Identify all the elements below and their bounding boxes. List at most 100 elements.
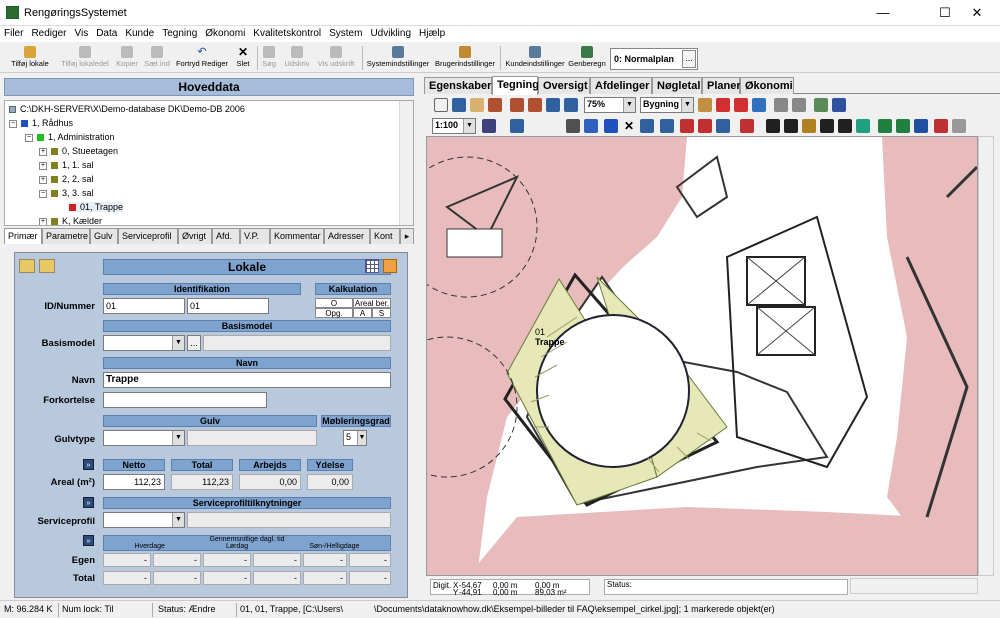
tab-parametre[interactable]: Parametre [42,228,90,244]
eye-icon[interactable] [766,119,780,133]
kalk-opg[interactable]: Opg. [315,308,353,318]
tab-oevrigt[interactable]: Øvrigt [178,228,212,244]
hatch-icon[interactable] [752,98,766,112]
menu-filer[interactable]: Filer [0,26,27,42]
zoom-in-icon[interactable] [510,98,524,112]
canvas-horizontal-scrollbar[interactable] [850,578,978,594]
close-button[interactable]: ✕ [954,0,1000,26]
menu-vis[interactable]: Vis [70,26,92,42]
tree-node-administration[interactable]: −1, Administration [25,132,115,142]
snap-icon[interactable] [792,98,806,112]
tab-serviceprofil[interactable]: Serviceprofil [118,228,178,244]
serviceprofil-expand-button[interactable]: » [83,497,94,508]
system-settings-button[interactable]: Systemindstillinger [366,45,430,71]
rotate-icon[interactable] [584,119,598,133]
menu-rediger[interactable]: Rediger [27,26,70,42]
tab-tegning[interactable]: Tegning [492,76,539,95]
tab-oekonomi[interactable]: Økonomi [740,77,794,94]
menu-kvalitetskontrol[interactable]: Kvalitetskontrol [249,26,325,42]
paste-button[interactable]: Sæt ind [142,45,172,71]
eye-floor-icon[interactable] [820,119,834,133]
kalk-o[interactable]: O [315,298,353,308]
floor-view-icon[interactable] [896,119,910,133]
tab-vp[interactable]: V.P. [240,228,270,244]
plan-browse-button[interactable]: ... [682,50,696,68]
zoom-window-icon[interactable] [488,98,502,112]
delete-button[interactable]: ✕ Slet [232,45,254,71]
calendar-icon[interactable] [365,259,379,273]
tree-node-stueetagen[interactable]: +0, Stueetagen [39,146,118,156]
customer-settings-button[interactable]: Kundeindstillinger [504,45,566,71]
tree-node-3-sal[interactable]: −3, 3. sal [39,188,94,198]
kalk-areal[interactable]: Areal ber. [353,298,391,308]
tree-node-2-sal[interactable]: +2, 2. sal [39,174,94,184]
layer-select[interactable]: Bygning ▼ [640,97,694,113]
tab-egenskaber[interactable]: Egenskaber [424,77,492,94]
menu-kunde[interactable]: Kunde [121,26,158,42]
menu-hjaelp[interactable]: Hjælp [415,26,449,42]
menu-oekonomi[interactable]: Økonomi [201,26,249,42]
print-button[interactable]: Udskriv [282,45,312,71]
checklist-icon[interactable] [716,119,730,133]
color-icon[interactable] [734,98,748,112]
copy-object-icon[interactable] [640,119,654,133]
add-room-part-button[interactable]: Tilføj lokaledel [58,45,112,71]
scale-object-icon[interactable] [604,119,618,133]
floor-plan[interactable]: 01 Trappe [427,137,978,576]
move-node-icon[interactable] [566,119,580,133]
scale-select[interactable]: 1:100 ▼ [432,118,476,134]
label-icon[interactable] [802,119,816,133]
drawing-canvas[interactable]: 01 Trappe [426,136,978,576]
tree-root-path[interactable]: C:\DKH-SERVER\X\Demo-database DK\Demo-DB… [9,104,245,114]
layer-visibility-icon[interactable] [814,98,828,112]
tree-scrollbar[interactable] [399,101,413,225]
eye-room-icon[interactable] [784,119,798,133]
area-icon[interactable] [698,119,712,133]
user-settings-button[interactable]: Brugerindstillinger [434,45,496,71]
tab-kommentar[interactable]: Kommentar [270,228,324,244]
kalk-a[interactable]: A [353,308,372,318]
line-style-icon[interactable] [482,119,496,133]
measure-icon[interactable] [680,119,694,133]
zoom-select[interactable]: 75% ▼ [584,97,636,113]
kalk-s[interactable]: S [372,308,391,318]
mirror-icon[interactable] [660,119,674,133]
settings-icon[interactable] [952,119,966,133]
menu-data[interactable]: Data [92,26,121,42]
tab-afd[interactable]: Afd. [212,228,240,244]
basismodel-select[interactable]: ▼ [103,335,185,351]
copy-button[interactable]: Kopier [114,45,140,71]
room-tag-icon[interactable] [740,119,754,133]
menu-tegning[interactable]: Tegning [158,26,201,42]
zoom-all-icon[interactable] [564,98,578,112]
tab-kont[interactable]: Kont [370,228,400,244]
grid-icon[interactable] [774,98,788,112]
department-view-icon[interactable] [914,119,928,133]
delete-object-icon[interactable]: ✕ [622,119,636,133]
minimize-button[interactable]: — [860,0,906,26]
import-icon[interactable] [934,119,948,133]
folder-icon[interactable] [19,259,35,273]
tab-afdelinger[interactable]: Afdelinger [590,77,652,94]
print-preview-button[interactable]: Vis udskrift [316,45,356,71]
forkortelse-field[interactable] [103,392,267,408]
select-pointer-icon[interactable] [434,98,448,112]
netto-field[interactable]: 112,23 [103,474,165,490]
navn-field[interactable]: Trappe [103,372,391,388]
recalculate-button[interactable]: Genberegn [568,45,606,71]
building-view-icon[interactable] [878,119,892,133]
id-field-1[interactable]: 01 [103,298,185,314]
building-tree[interactable]: C:\DKH-SERVER\X\Demo-database DK\Demo-DB… [4,100,414,226]
target-icon[interactable] [716,98,730,112]
eye-area-icon[interactable] [838,119,852,133]
tab-gulv[interactable]: Gulv [90,228,118,244]
layer-manager-icon[interactable] [698,98,712,112]
tab-primaer[interactable]: Primær [4,228,42,244]
line-width-icon[interactable] [510,119,524,133]
edit-icon[interactable] [383,259,397,273]
tab-scroll-right-icon[interactable]: ▸ [400,228,414,244]
undo-edit-button[interactable]: ↶ Fortryd Rediger [174,45,230,71]
basismodel-browse-button[interactable]: ... [187,335,201,351]
areal-expand-button[interactable]: » [83,459,94,470]
canvas-vertical-scrollbar[interactable] [978,136,994,576]
